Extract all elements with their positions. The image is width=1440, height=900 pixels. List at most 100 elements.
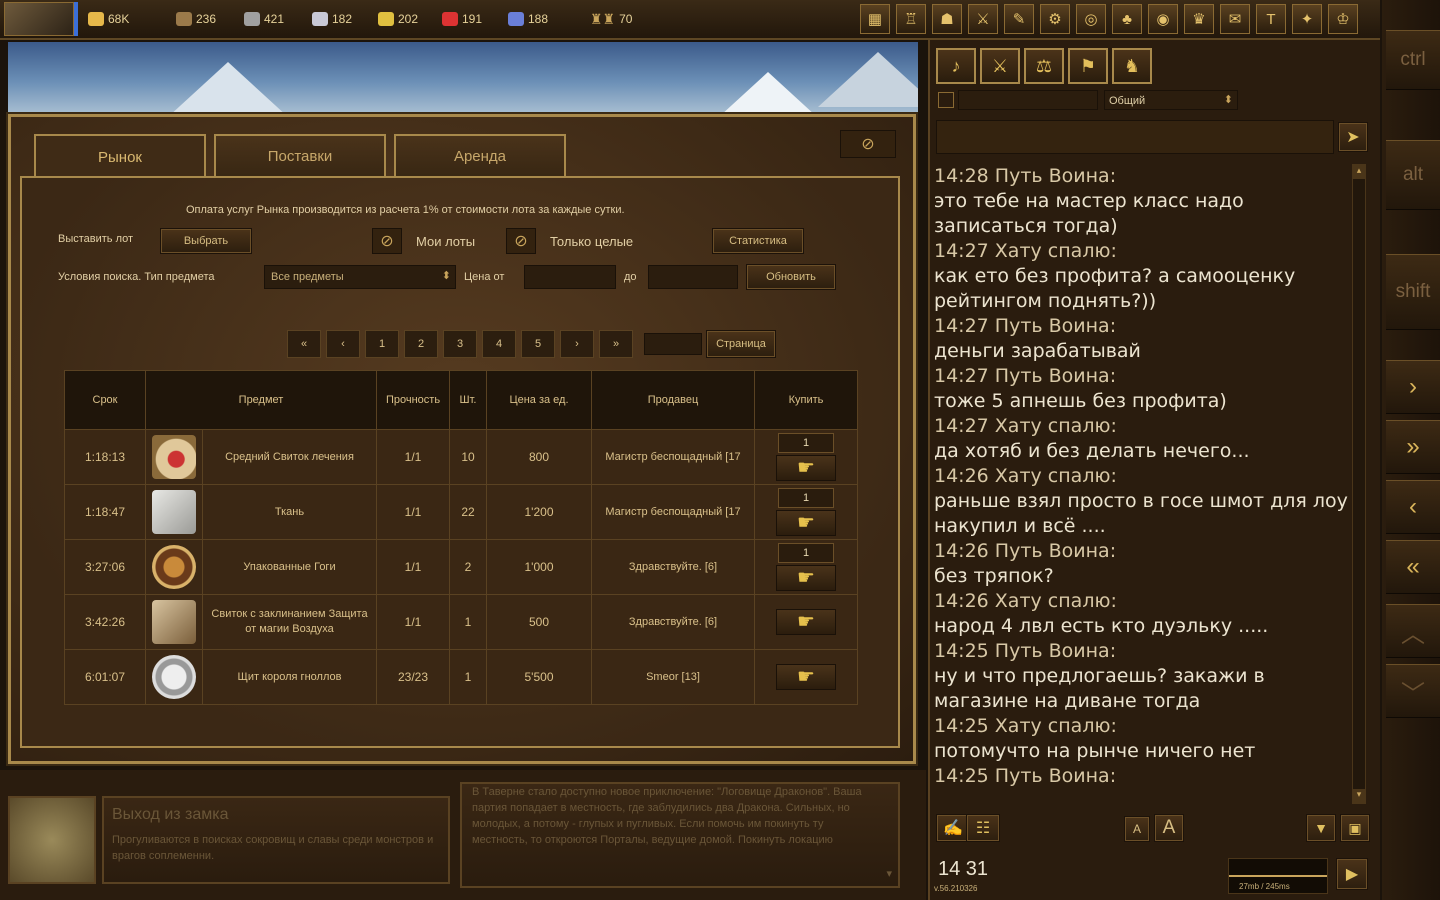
- exit-castle-box[interactable]: Выход из замка Прогуливаются в поисках с…: [102, 796, 450, 884]
- lot-seller[interactable]: Магистр беспощадный [17: [591, 484, 755, 540]
- alt-key[interactable]: alt: [1386, 140, 1440, 210]
- toolbar-crown-button[interactable]: ♛: [1184, 4, 1214, 34]
- lot-seller[interactable]: Магистр беспощадный [17: [591, 429, 755, 485]
- my-lots-toggle[interactable]: ⊘: [372, 228, 402, 254]
- chat-recipient-input[interactable]: [958, 90, 1098, 110]
- toolbar-portal-button[interactable]: ◎: [1076, 4, 1106, 34]
- scroll-up-button[interactable]: ︿: [1386, 604, 1440, 658]
- chat-scrollbar[interactable]: ▴ ▾: [1352, 164, 1366, 804]
- item-type-select[interactable]: Все предметы ⬍: [264, 265, 456, 289]
- chat-message-header[interactable]: 14:27 Путь Воина:: [934, 364, 1348, 389]
- packed-creature-icon[interactable]: [152, 545, 196, 589]
- chat-message-input[interactable]: [936, 120, 1334, 154]
- buy-button[interactable]: ☛: [776, 510, 836, 536]
- page-3-button[interactable]: 3: [443, 330, 477, 358]
- buy-button[interactable]: ☛: [776, 565, 836, 591]
- chat-history-button[interactable]: ☷: [966, 814, 1000, 842]
- lot-seller[interactable]: Здравствуйте. [6]: [591, 539, 755, 595]
- chat-filter-checkbox[interactable]: [938, 92, 954, 108]
- tab-market[interactable]: Рынок: [34, 134, 206, 178]
- buy-quantity-input[interactable]: 1: [778, 433, 834, 453]
- scroll-prev-button[interactable]: ‹: [1386, 480, 1440, 534]
- chat-send-bottom-button[interactable]: ▶: [1336, 858, 1368, 890]
- chat-window-button[interactable]: ▣: [1340, 814, 1370, 842]
- minimap[interactable]: [8, 796, 96, 884]
- lot-item-name[interactable]: Упакованные Гоги: [202, 539, 377, 595]
- scroll-down-button[interactable]: ﹀: [1386, 664, 1440, 718]
- only-whole-toggle[interactable]: ⊘: [506, 228, 536, 254]
- spell-scroll-icon[interactable]: [152, 600, 196, 644]
- shift-key[interactable]: shift: [1386, 254, 1440, 330]
- refresh-button[interactable]: Обновить: [746, 264, 836, 290]
- statistics-button[interactable]: Статистика: [712, 228, 804, 254]
- chat-tab-private[interactable]: ♞: [1112, 48, 1152, 84]
- close-button[interactable]: ⊘: [840, 130, 896, 158]
- font-smaller-button[interactable]: A: [1124, 816, 1150, 842]
- page-number-input[interactable]: [644, 333, 702, 355]
- chat-tab-battle[interactable]: ⚔: [980, 48, 1020, 84]
- buy-quantity-input[interactable]: 1: [778, 543, 834, 563]
- castle-thumbnail[interactable]: [4, 2, 74, 36]
- buy-quantity-input[interactable]: 1: [778, 488, 834, 508]
- chat-filter-button[interactable]: ▼: [1306, 814, 1336, 842]
- lot-item-name[interactable]: Щит короля гноллов: [202, 649, 377, 705]
- scroll-icon[interactable]: [152, 435, 196, 479]
- lot-item-name[interactable]: Свиток с заклинанием Защита от магии Воз…: [202, 594, 377, 650]
- chat-message-header[interactable]: 14:25 Хату спалю:: [934, 714, 1348, 739]
- column-header[interactable]: Шт.: [449, 370, 487, 430]
- scroll-next-button[interactable]: ›: [1386, 360, 1440, 414]
- toolbar-globe-button[interactable]: ◉: [1148, 4, 1178, 34]
- cloth-icon[interactable]: [152, 490, 196, 534]
- chat-tab-guild[interactable]: ⚑: [1068, 48, 1108, 84]
- price-to-input[interactable]: [648, 265, 738, 289]
- page-first-button[interactable]: «: [287, 330, 321, 358]
- toolbar-quest-button[interactable]: ✦: [1292, 4, 1322, 34]
- toolbar-text-button[interactable]: T: [1256, 4, 1286, 34]
- column-header[interactable]: Купить: [754, 370, 858, 430]
- chevron-up-icon[interactable]: ▴: [1353, 165, 1365, 179]
- scroll-start-button[interactable]: «: [1386, 540, 1440, 594]
- toolbar-army-button[interactable]: ⚔: [968, 4, 998, 34]
- chat-channel-select[interactable]: Общий ⬍: [1104, 90, 1238, 110]
- chat-message-header[interactable]: 14:26 Путь Воина:: [934, 539, 1348, 564]
- toolbar-map-button[interactable]: ▦: [860, 4, 890, 34]
- lot-seller[interactable]: Smeor [13]: [591, 649, 755, 705]
- chat-message-header[interactable]: 14:25 Путь Воина:: [934, 764, 1348, 789]
- lot-item-name[interactable]: Ткань: [202, 484, 377, 540]
- buy-button[interactable]: ☛: [776, 664, 836, 690]
- toolbar-guild-button[interactable]: ♣: [1112, 4, 1142, 34]
- scroll-end-button[interactable]: »: [1386, 420, 1440, 474]
- toolbar-castle-button[interactable]: ♖: [896, 4, 926, 34]
- lot-item-name[interactable]: Средний Свиток лечения: [202, 429, 377, 485]
- tab-rent[interactable]: Аренда: [394, 134, 566, 176]
- tab-supplies[interactable]: Поставки: [214, 134, 386, 176]
- toolbar-hero-button[interactable]: ☗: [932, 4, 962, 34]
- column-header[interactable]: Предмет: [145, 370, 377, 430]
- font-larger-button[interactable]: A: [1154, 814, 1184, 842]
- go-to-page-button[interactable]: Страница: [706, 330, 776, 358]
- column-header[interactable]: Прочность: [376, 370, 450, 430]
- price-from-input[interactable]: [524, 265, 616, 289]
- column-header[interactable]: Цена за ед.: [486, 370, 592, 430]
- chevron-down-icon[interactable]: ▾: [886, 867, 892, 880]
- buy-button[interactable]: ☛: [776, 455, 836, 481]
- page-2-button[interactable]: 2: [404, 330, 438, 358]
- chat-tab-trade[interactable]: ⚖: [1024, 48, 1064, 84]
- page-last-button[interactable]: »: [599, 330, 633, 358]
- chat-message-header[interactable]: 14:25 Путь Воина:: [934, 639, 1348, 664]
- ctrl-key[interactable]: ctrl: [1386, 30, 1440, 90]
- buy-button[interactable]: ☛: [776, 609, 836, 635]
- page-1-button[interactable]: 1: [365, 330, 399, 358]
- chat-message-header[interactable]: 14:27 Хату спалю:: [934, 414, 1348, 439]
- toolbar-settings-button[interactable]: ⚙: [1040, 4, 1070, 34]
- send-button[interactable]: ➤: [1338, 122, 1368, 152]
- chat-message-header[interactable]: 14:26 Хату спалю:: [934, 464, 1348, 489]
- toolbar-mail-button[interactable]: ✉: [1220, 4, 1250, 34]
- chat-message-header[interactable]: 14:26 Хату спалю:: [934, 589, 1348, 614]
- chat-message-header[interactable]: 14:27 Хату спалю:: [934, 239, 1348, 264]
- page-prev-button[interactable]: ‹: [326, 330, 360, 358]
- column-header[interactable]: Продавец: [591, 370, 755, 430]
- toolbar-help-button[interactable]: ♔: [1328, 4, 1358, 34]
- chat-message-header[interactable]: 14:27 Путь Воина:: [934, 314, 1348, 339]
- shield-icon[interactable]: [152, 655, 196, 699]
